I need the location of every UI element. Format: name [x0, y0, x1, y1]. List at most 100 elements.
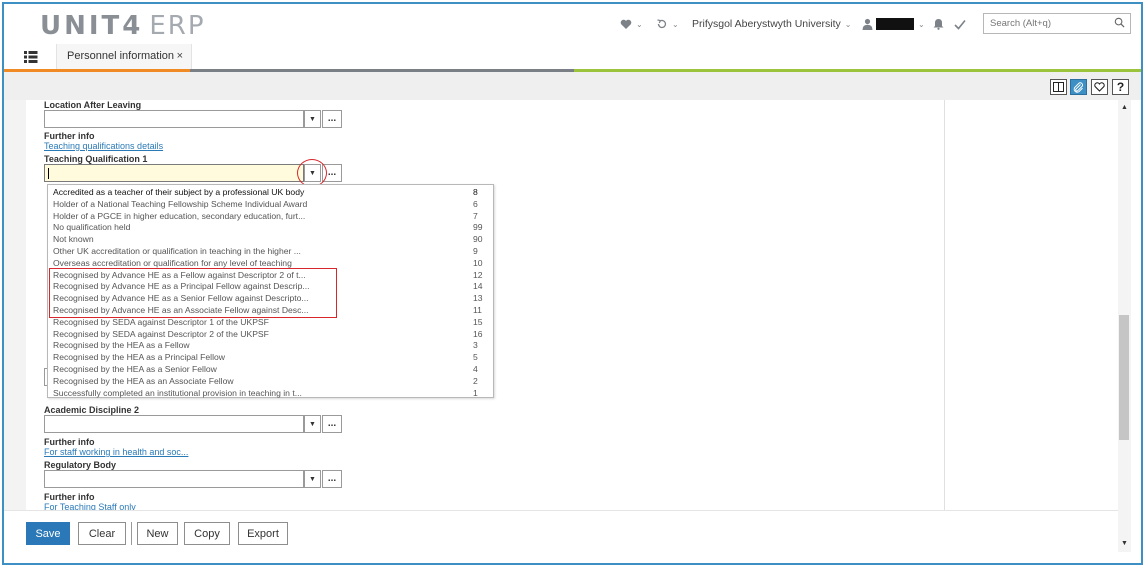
history-menu[interactable]: ⌄	[656, 16, 679, 32]
search-icon[interactable]	[1114, 17, 1125, 28]
option-code: 90	[473, 234, 483, 245]
page-toolbar: ?	[4, 72, 1141, 100]
copy-button[interactable]: Copy	[184, 522, 230, 545]
option-text: No qualification held	[53, 222, 131, 233]
option-text: Recognised by the HEA as an Associate Fe…	[53, 375, 234, 386]
logo-main: UNIT4	[40, 11, 144, 41]
organisation-selector[interactable]: Prifysgol Aberystwyth University ⌄	[692, 16, 852, 32]
regulatory-body-label: Regulatory Body	[44, 460, 117, 470]
favourites-menu[interactable]: ⌄	[620, 16, 643, 32]
health-staff-link[interactable]: For staff working in health and soc...	[44, 447, 188, 457]
notifications-button[interactable]	[933, 16, 944, 32]
user-menu[interactable]: ⌄	[862, 16, 925, 32]
location-lookup-button[interactable]: ...	[322, 110, 342, 128]
option-text: Recognised by SEDA against Descriptor 2 …	[53, 328, 269, 339]
scrollbar-thumb[interactable]	[1119, 315, 1129, 440]
option-code: 4	[473, 364, 478, 374]
option-code: 2	[473, 375, 478, 386]
dropdown-option[interactable]: Not known 90	[48, 234, 493, 246]
dropdown-option[interactable]: Recognised by the HEA as a Senior Fellow…	[48, 364, 493, 376]
option-code: 99	[473, 222, 483, 233]
triangle-down-icon: ▼	[309, 420, 316, 428]
option-code: 14	[473, 281, 483, 292]
option-code: 6	[473, 198, 478, 209]
chevron-down-icon: ⌄	[844, 19, 852, 29]
option-code: 16	[473, 328, 483, 339]
option-text: Successfully completed an institutional …	[53, 387, 302, 398]
regulatory-body-field[interactable]	[44, 470, 304, 488]
triangle-down-icon: ▼	[309, 475, 316, 483]
history-icon	[657, 19, 667, 29]
left-gutter	[4, 100, 26, 510]
help-button[interactable]: ?	[1112, 79, 1129, 95]
organisation-name: Prifysgol Aberystwyth University	[692, 18, 841, 30]
further-info-label: Further info	[44, 492, 95, 502]
option-text: Not known	[53, 234, 94, 245]
option-text: Holder of a National Teaching Fellowship…	[53, 198, 308, 209]
tab-label: Personnel information	[67, 50, 175, 62]
regulatory-body-dropdown-button[interactable]: ▼	[304, 470, 321, 488]
dropdown-option[interactable]: Successfully completed an institutional …	[48, 388, 493, 400]
favourite-icon	[1094, 82, 1105, 92]
dropdown-option[interactable]: Holder of a National Teaching Fellowship…	[48, 199, 493, 211]
split-view-button[interactable]	[1050, 79, 1067, 95]
teaching-qualification-1-field[interactable]	[44, 164, 304, 182]
save-button[interactable]: Save	[26, 522, 70, 545]
regulatory-body-lookup-button[interactable]: ...	[322, 470, 342, 488]
teaching-qualifications-link[interactable]: Teaching qualifications details	[44, 141, 163, 151]
dropdown-option[interactable]: No qualification held 99	[48, 222, 493, 234]
heart-icon	[620, 19, 632, 29]
logo-sub: ERP	[149, 11, 206, 41]
option-text: Accredited as a teacher of their subject…	[53, 187, 305, 197]
top-header: UNIT4 ERP ⌄ ⌄ Prifysgol Aberystwyth Unive…	[4, 4, 1141, 44]
dropdown-option[interactable]: Holder of a PGCE in higher education, se…	[48, 211, 493, 223]
academic-discipline-lookup-button[interactable]: ...	[322, 415, 342, 433]
menu-button[interactable]	[20, 48, 42, 66]
clear-button[interactable]: Clear	[78, 522, 126, 545]
dropdown-option[interactable]: Other UK accreditation or qualification …	[48, 246, 493, 258]
dropdown-option[interactable]: Recognised by the HEA as an Associate Fe…	[48, 376, 493, 388]
teaching-staff-link[interactable]: For Teaching Staff only	[44, 502, 136, 510]
separator	[131, 522, 132, 545]
tasks-button[interactable]	[954, 16, 966, 32]
tab-personnel-information[interactable]: Personnel information ×	[56, 44, 192, 70]
chevron-down-icon: ⌄	[636, 19, 643, 29]
unit4-logo[interactable]: UNIT4 ERP	[40, 11, 206, 41]
dropdown-option[interactable]: Recognised by the HEA as a Principal Fel…	[48, 352, 493, 364]
option-code: 11	[473, 305, 482, 315]
attachment-icon	[1073, 81, 1083, 93]
option-code: 1	[473, 387, 478, 398]
scroll-up-icon[interactable]: ▲	[1121, 104, 1128, 111]
academic-discipline-2-field[interactable]	[44, 415, 304, 433]
action-bar: Save Clear New Copy Export	[4, 510, 1118, 563]
location-after-leaving-field[interactable]	[44, 110, 304, 128]
option-text: Recognised by the HEA as a Principal Fel…	[53, 352, 225, 363]
redacted-username	[876, 18, 914, 30]
favourite-button[interactable]	[1091, 79, 1108, 95]
new-button[interactable]: New	[137, 522, 178, 545]
option-text: Holder of a PGCE in higher education, se…	[53, 210, 306, 221]
option-code: 8	[473, 187, 478, 197]
tab-row: Personnel information ×	[4, 44, 1141, 72]
help-icon: ?	[1116, 80, 1125, 94]
option-code: 10	[473, 257, 483, 268]
scroll-down-icon[interactable]: ▼	[1121, 540, 1128, 547]
search-input[interactable]	[984, 14, 1104, 33]
attachment-button[interactable]	[1070, 79, 1087, 95]
dropdown-option[interactable]: Recognised by SEDA against Descriptor 1 …	[48, 317, 493, 329]
split-view-icon	[1053, 82, 1064, 92]
further-info-label: Further info	[44, 131, 95, 141]
bell-icon	[933, 19, 944, 30]
chevron-down-icon: ⌄	[672, 19, 679, 29]
dropdown-option[interactable]: Accredited as a teacher of their subject…	[48, 187, 493, 199]
close-icon[interactable]: ×	[177, 50, 183, 62]
export-button[interactable]: Export	[238, 522, 288, 545]
academic-discipline-2-label: Academic Discipline 2	[44, 405, 140, 415]
academic-discipline-dropdown-button[interactable]: ▼	[304, 415, 321, 433]
dropdown-option[interactable]: Recognised by the HEA as a Fellow 3	[48, 340, 493, 352]
dropdown-option[interactable]: Recognised by SEDA against Descriptor 2 …	[48, 329, 493, 341]
option-code: 7	[473, 210, 478, 221]
global-search[interactable]	[983, 13, 1131, 34]
location-dropdown-button[interactable]: ▼	[304, 110, 321, 128]
vertical-scrollbar[interactable]: ▲ ▼	[1118, 100, 1131, 552]
